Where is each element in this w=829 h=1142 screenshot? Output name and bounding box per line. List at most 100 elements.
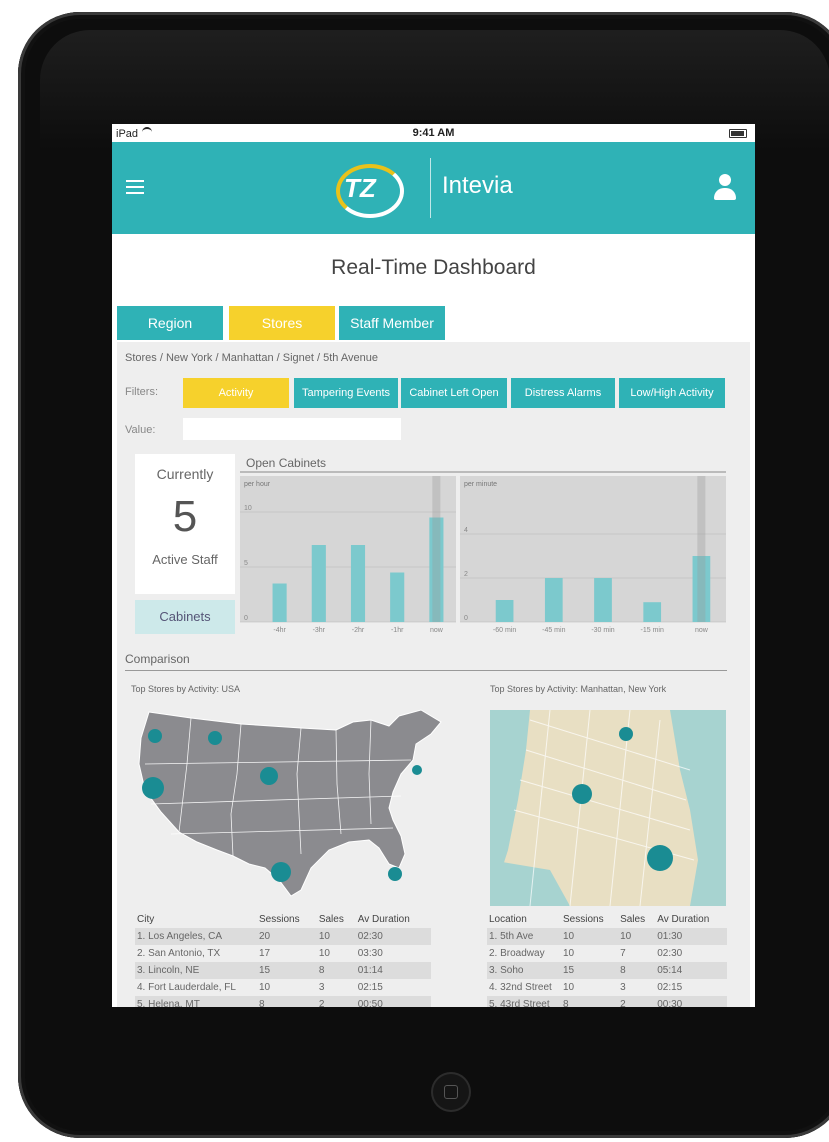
map-marker[interactable] bbox=[572, 784, 592, 804]
table-row[interactable]: 1. 5th Ave 10 10 01:30 bbox=[487, 928, 727, 945]
open-cabinets-chart: Open Cabinets per hour 0 5 10 -4hr -3hr -2hr -1… bbox=[240, 454, 726, 634]
table-row[interactable]: 2. San Antonio, TX 17 10 03:30 bbox=[135, 945, 431, 962]
table-row[interactable]: 4. 32nd Street 10 3 02:15 bbox=[487, 979, 727, 996]
breadcrumb: Stores / New York / Manhattan / Signet /… bbox=[125, 352, 378, 364]
column-header: Av Duration bbox=[657, 914, 710, 925]
chart-tick-label: 0 bbox=[244, 615, 248, 622]
column-header: Sessions bbox=[259, 914, 300, 925]
comparison-divider bbox=[125, 670, 727, 671]
column-header: Sales bbox=[318, 914, 344, 925]
battery-icon bbox=[729, 129, 747, 138]
value-label: Value: bbox=[125, 424, 156, 436]
filter-low-high-activity[interactable]: Low/High Activity bbox=[619, 378, 725, 408]
chart-tick-label: 0 bbox=[464, 615, 468, 622]
chart-category-label: -15 min bbox=[641, 627, 664, 634]
column-header: Av Duration bbox=[357, 914, 410, 925]
map-marker[interactable] bbox=[412, 765, 422, 775]
active-staff-label: Active Staff bbox=[152, 552, 218, 567]
chart-category-label: -1hr bbox=[391, 627, 404, 634]
table-row[interactable]: 3. Lincoln, NE 15 8 01:14 bbox=[135, 962, 431, 979]
chart-category-label: -60 min bbox=[493, 627, 516, 634]
chart-category-label: -30 min bbox=[591, 627, 614, 634]
chart-bar bbox=[350, 545, 366, 622]
chart-category-label: -4hr bbox=[273, 627, 286, 634]
chart-category-label: -45 min bbox=[542, 627, 565, 634]
filter-distress-alarms[interactable]: Distress Alarms bbox=[511, 378, 615, 408]
value-input[interactable] bbox=[183, 418, 401, 440]
tab-region[interactable]: Region bbox=[117, 306, 223, 340]
chart-category-label: now bbox=[430, 627, 444, 634]
menu-icon[interactable] bbox=[126, 180, 144, 194]
user-icon[interactable] bbox=[713, 174, 737, 202]
map-marker[interactable] bbox=[619, 727, 633, 741]
chart-bar bbox=[544, 578, 563, 622]
map-marker[interactable] bbox=[208, 731, 222, 745]
header-divider bbox=[430, 158, 431, 218]
manhattan-map-svg bbox=[490, 710, 726, 906]
table-row[interactable]: 5. Helena, MT 8 2 00:50 bbox=[135, 996, 431, 1007]
chart-panel-bg bbox=[240, 476, 456, 622]
column-header: City bbox=[137, 914, 155, 925]
chart-tick-label: 2 bbox=[464, 571, 468, 578]
usa-stores-table: City Sessions Sales Av Duration 1. Los A… bbox=[135, 912, 431, 1007]
chart-bar bbox=[495, 600, 514, 622]
chart-category-label: -2hr bbox=[352, 627, 365, 634]
chart-bar bbox=[272, 583, 287, 622]
column-header: Sessions bbox=[563, 914, 604, 925]
dashboard-panel: Stores / New York / Manhattan / Signet /… bbox=[117, 342, 750, 1007]
table-row[interactable]: 2. Broadway 10 7 02:30 bbox=[487, 945, 727, 962]
chart-now-marker bbox=[432, 476, 441, 622]
table-row[interactable]: 3. Soho 15 8 05:14 bbox=[487, 962, 727, 979]
tab-staff-member[interactable]: Staff Member bbox=[339, 306, 445, 340]
status-time: 9:41 AM bbox=[412, 127, 455, 139]
cabinets-button[interactable]: Cabinets bbox=[135, 600, 235, 634]
nyc-map-title: Top Stores by Activity: Manhattan, New Y… bbox=[490, 684, 667, 694]
tab-stores[interactable]: Stores bbox=[229, 306, 335, 340]
usa-map bbox=[138, 709, 442, 897]
manhattan-map bbox=[490, 710, 726, 906]
active-staff-count: 5 bbox=[172, 492, 198, 541]
currently-label: Currently bbox=[156, 466, 214, 482]
chart-bar bbox=[594, 578, 612, 622]
column-header: Sales bbox=[620, 914, 646, 925]
chart-bar bbox=[311, 545, 326, 622]
filter-activity[interactable]: Activity bbox=[183, 378, 289, 408]
app-name: Intevia bbox=[442, 172, 513, 199]
map-marker[interactable] bbox=[142, 777, 164, 799]
map-marker[interactable] bbox=[271, 862, 291, 882]
chart-now-marker bbox=[697, 476, 706, 622]
map-marker[interactable] bbox=[148, 729, 162, 743]
app-header: TZ Intevia bbox=[112, 142, 755, 234]
map-marker[interactable] bbox=[260, 767, 278, 785]
chart-bar bbox=[643, 602, 662, 622]
chart-unit-label: per minute bbox=[464, 481, 497, 488]
status-bar: iPad 9:41 AM bbox=[112, 124, 755, 142]
tz-logo: TZ bbox=[334, 162, 406, 218]
chart-tick-label: 4 bbox=[464, 527, 468, 534]
open-cabinets-svg: per hour 0 5 10 -4hr -3hr -2hr -1hr now per minut… bbox=[240, 471, 726, 634]
page-title: Real-Time Dashboard bbox=[331, 256, 536, 279]
filters-label: Filters: bbox=[125, 386, 158, 398]
chart-tick-label: 5 bbox=[244, 560, 248, 567]
map-marker[interactable] bbox=[647, 845, 673, 871]
table-row[interactable]: 1. Los Angeles, CA 20 10 02:30 bbox=[135, 928, 431, 945]
table-row[interactable]: 4. Fort Lauderdale, FL 10 3 02:15 bbox=[135, 979, 431, 996]
column-header: Location bbox=[489, 914, 527, 925]
filter-cabinet-left-open[interactable]: Cabinet Left Open bbox=[401, 378, 507, 408]
filter-tampering-events[interactable]: Tampering Events bbox=[294, 378, 398, 408]
screen: iPad 9:41 AM TZ Intevia Real-Time Dashbo… bbox=[112, 124, 755, 1007]
table-header-row: Location Sessions Sales Av Duration bbox=[487, 912, 727, 928]
nyc-stores-table: Location Sessions Sales Av Duration 1. 5… bbox=[487, 912, 727, 1007]
map-marker[interactable] bbox=[388, 867, 402, 881]
home-button[interactable] bbox=[431, 1072, 471, 1112]
usa-map-title: Top Stores by Activity: USA bbox=[131, 684, 241, 694]
table-row[interactable]: 5. 43rd Street 8 2 00:30 bbox=[487, 996, 727, 1007]
chart-unit-label: per hour bbox=[244, 481, 271, 488]
comparison-title: Comparison bbox=[125, 652, 190, 666]
chart-category-label: -3hr bbox=[313, 627, 326, 634]
table-header-row: City Sessions Sales Av Duration bbox=[135, 912, 431, 928]
active-staff-card: Currently 5 Active Staff bbox=[135, 454, 235, 594]
chart-bar bbox=[390, 572, 405, 622]
chart-category-label: now bbox=[695, 627, 709, 634]
chart-tick-label: 10 bbox=[244, 505, 252, 512]
